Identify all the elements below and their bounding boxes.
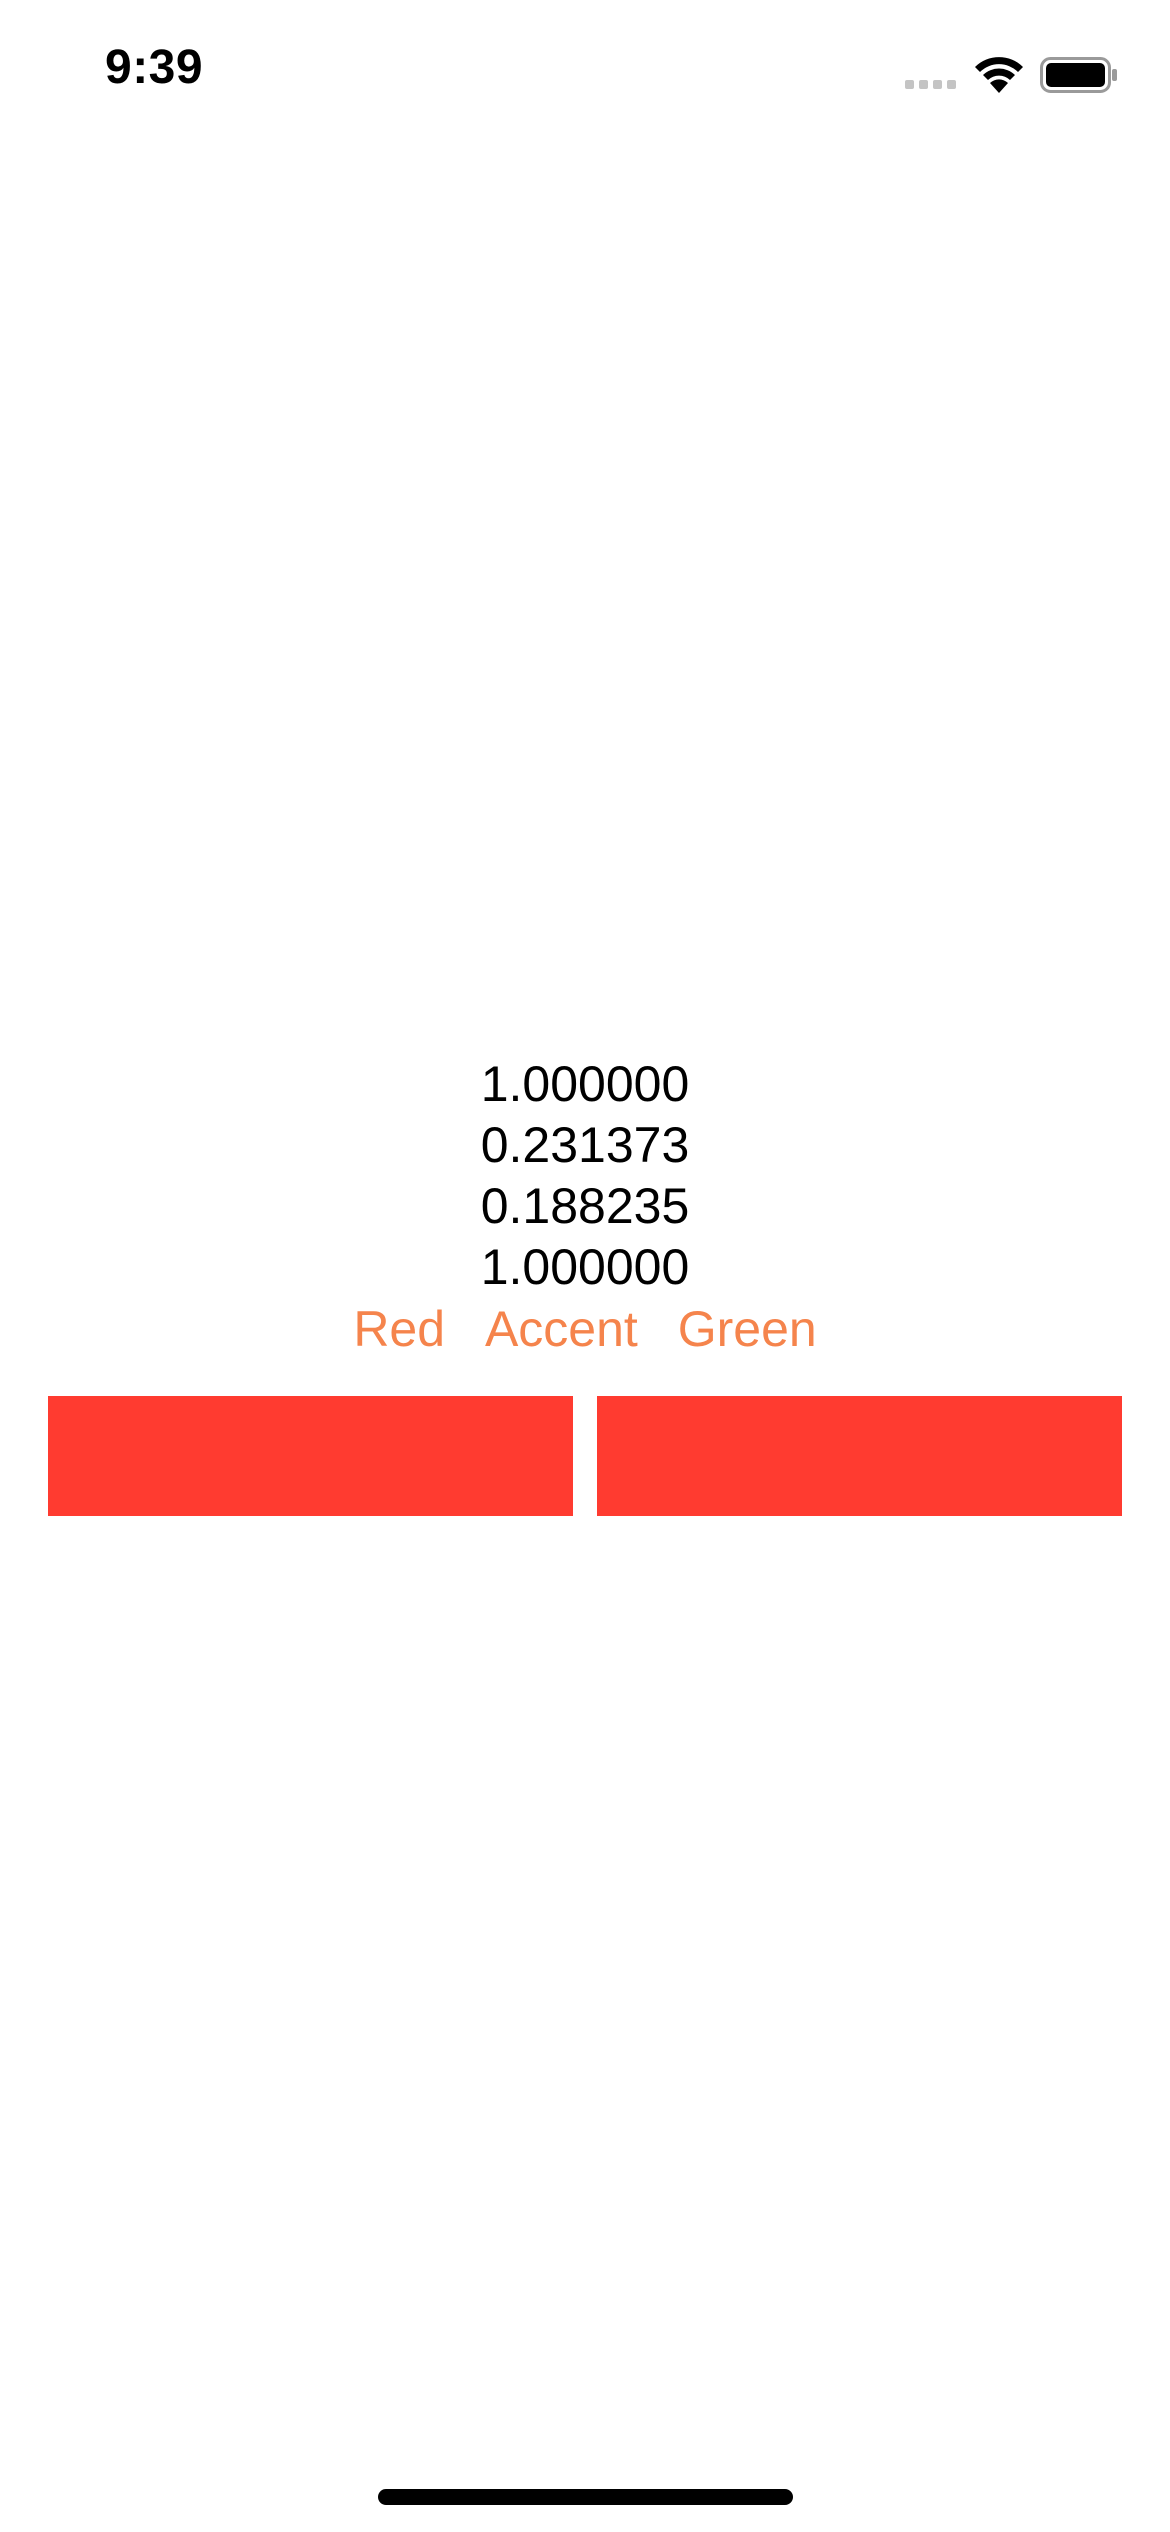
- battery-icon: [1040, 57, 1117, 93]
- status-bar: 9:39: [0, 0, 1170, 140]
- red-component-value: 1.000000: [480, 1056, 690, 1112]
- home-indicator[interactable]: [378, 2489, 793, 2505]
- signal-dot: [947, 80, 956, 89]
- cellular-signal-icon: [905, 80, 956, 89]
- color-swatch-left: [48, 1396, 573, 1516]
- app-screen: 9:39 1.000000 0.231373 0.188235 1.000000…: [0, 0, 1170, 2532]
- color-component-readouts: 1.000000 0.231373 0.188235 1.000000 Red …: [0, 1054, 1170, 1360]
- color-name-red: Red: [353, 1301, 446, 1357]
- color-name-accent: Accent: [484, 1301, 638, 1357]
- green-component-value: 0.231373: [480, 1117, 690, 1173]
- wifi-icon: [975, 57, 1023, 93]
- alpha-component-value: 1.000000: [480, 1239, 690, 1295]
- signal-dot: [919, 80, 928, 89]
- signal-dot: [933, 80, 942, 89]
- color-swatch-right: [597, 1396, 1122, 1516]
- signal-dot: [905, 80, 914, 89]
- blue-component-value: 0.188235: [480, 1178, 690, 1234]
- color-names-row: Red Accent Green: [0, 1298, 1170, 1360]
- status-time: 9:39: [105, 41, 204, 94]
- color-name-green: Green: [677, 1301, 817, 1357]
